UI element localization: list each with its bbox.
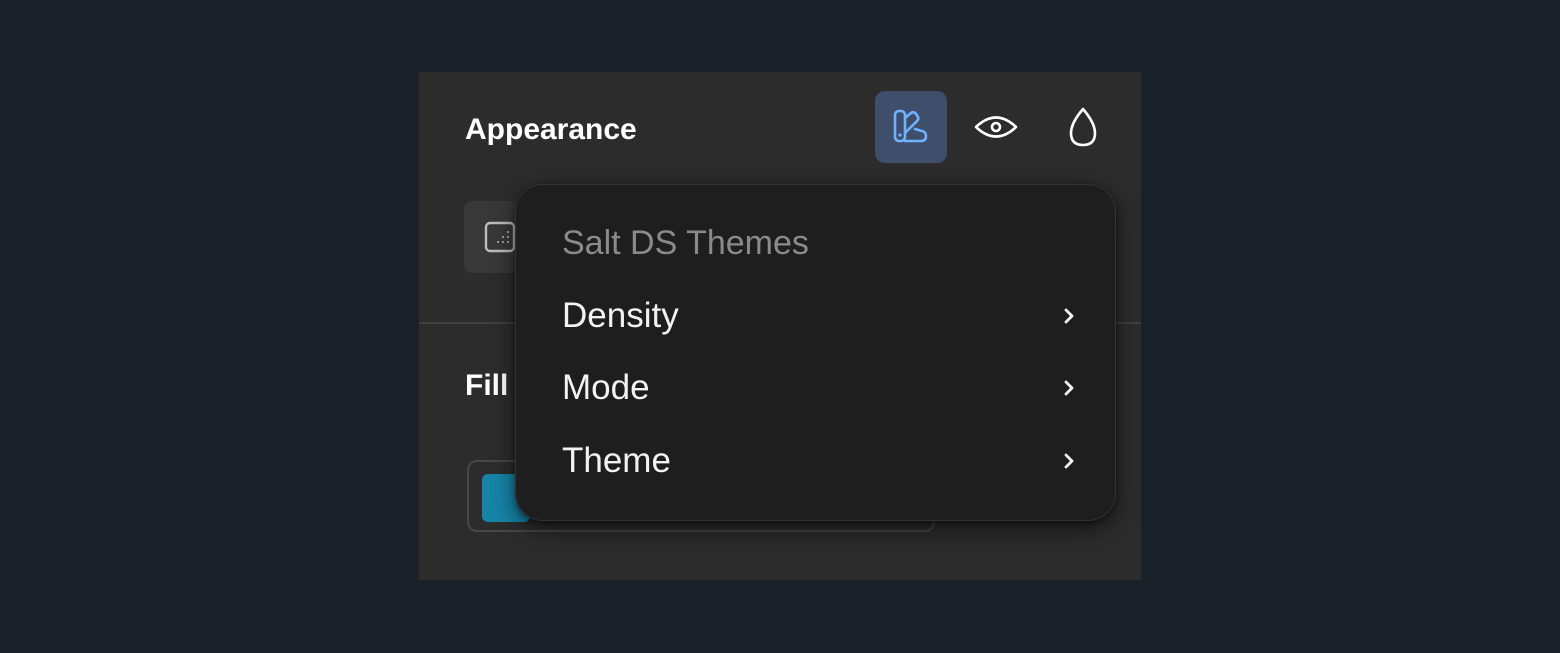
panel-title: Appearance xyxy=(465,113,637,146)
menu-item-label: Mode xyxy=(562,368,650,407)
themes-menu: Salt DS Themes Density Mode Theme xyxy=(515,184,1116,521)
droplet-icon xyxy=(1069,107,1097,147)
themes-button[interactable] xyxy=(875,91,947,163)
chevron-right-icon xyxy=(1064,308,1074,324)
grid-icon xyxy=(484,221,516,253)
menu-item-theme[interactable]: Theme xyxy=(516,425,1115,497)
chevron-right-icon xyxy=(1064,380,1074,396)
eye-icon xyxy=(974,116,1018,138)
canvas: Appearance Fill Salt DS Themes Density M… xyxy=(0,0,1560,653)
chevron-right-icon xyxy=(1064,453,1074,469)
themes-icon xyxy=(893,109,928,143)
menu-item-mode[interactable]: Mode xyxy=(516,352,1115,424)
preview-button[interactable] xyxy=(960,91,1032,163)
fill-style-button[interactable] xyxy=(1047,91,1119,163)
fill-section-label: Fill xyxy=(465,369,509,402)
menu-item-label: Theme xyxy=(562,441,671,480)
menu-item-label: Density xyxy=(562,296,679,335)
menu-item-density[interactable]: Density xyxy=(516,280,1115,352)
menu-heading: Salt DS Themes xyxy=(562,224,809,262)
